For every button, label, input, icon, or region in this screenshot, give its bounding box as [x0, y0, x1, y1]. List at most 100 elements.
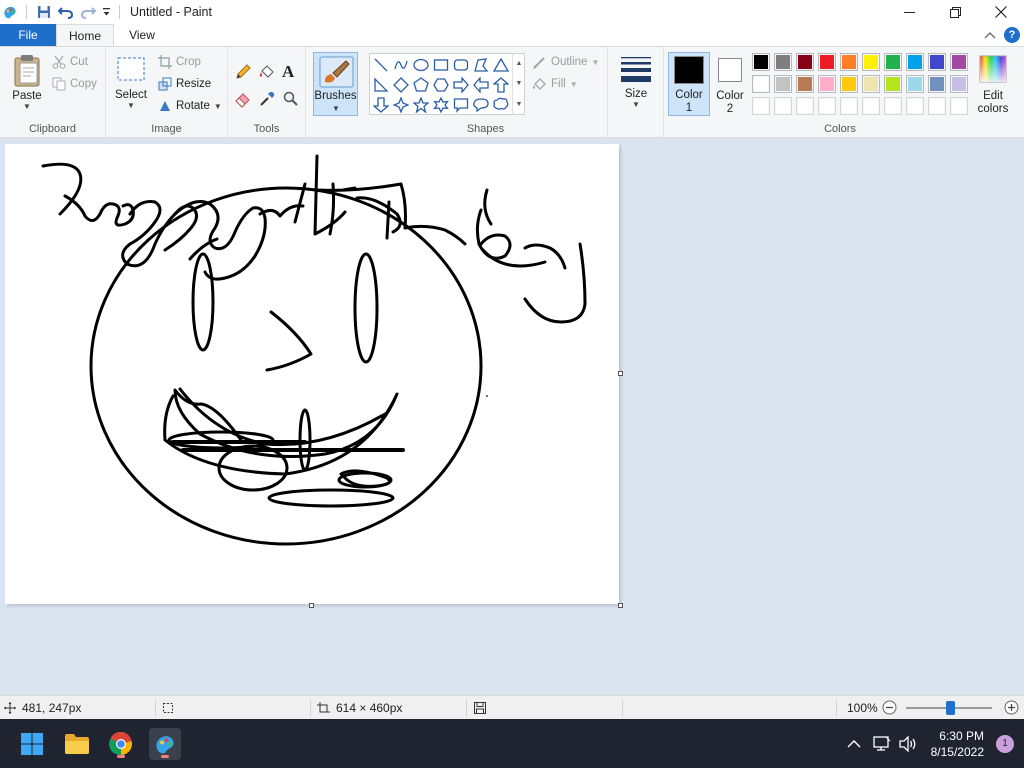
palette-color-swatch[interactable]	[818, 97, 836, 115]
palette-color-swatch[interactable]	[752, 75, 770, 93]
size-button[interactable]: Size ▼	[618, 55, 654, 109]
tab-file[interactable]: File	[0, 24, 56, 46]
left-arrow-shape[interactable]	[471, 75, 490, 94]
paste-button[interactable]: Paste ▼	[8, 53, 46, 111]
down-arrow-shape[interactable]	[371, 95, 390, 114]
copy-button[interactable]: Copy	[52, 74, 97, 94]
palette-color-swatch[interactable]	[862, 97, 880, 115]
palette-color-swatch[interactable]	[796, 97, 814, 115]
palette-color-swatch[interactable]	[818, 75, 836, 93]
palette-color-swatch[interactable]	[928, 97, 946, 115]
palette-color-swatch[interactable]	[796, 75, 814, 93]
palette-color-swatch[interactable]	[840, 75, 858, 93]
zoom-slider-thumb[interactable]	[946, 701, 955, 715]
palette-color-swatch[interactable]	[774, 53, 792, 71]
palette-color-swatch[interactable]	[950, 75, 968, 93]
fill-button[interactable]: Fill ▼	[532, 74, 578, 94]
rotate-button[interactable]: Rotate ▼	[158, 96, 222, 116]
maximize-icon[interactable]	[932, 0, 978, 24]
rounded-rectangle-shape[interactable]	[451, 55, 470, 74]
close-icon[interactable]	[978, 0, 1024, 24]
minimize-icon[interactable]	[886, 0, 932, 24]
canvas-resize-handle-right[interactable]	[618, 371, 623, 376]
color1-button[interactable]: Color 1	[668, 52, 710, 116]
shapes-scroll-up-icon[interactable]: ▲	[516, 60, 523, 67]
palette-color-swatch[interactable]	[774, 75, 792, 93]
resize-button[interactable]: Resize	[158, 74, 211, 94]
save-icon[interactable]	[33, 1, 55, 23]
start-button[interactable]	[16, 728, 48, 760]
tab-home[interactable]: Home	[56, 24, 114, 46]
palette-color-swatch[interactable]	[928, 53, 946, 71]
zoom-in-icon[interactable]	[1004, 700, 1019, 715]
palette-color-swatch[interactable]	[862, 53, 880, 71]
paint-app-icon[interactable]	[0, 1, 20, 23]
fill-tool[interactable]	[258, 62, 276, 82]
palette-color-swatch[interactable]	[796, 53, 814, 71]
pencil-tool[interactable]	[234, 62, 252, 82]
palette-color-swatch[interactable]	[752, 97, 770, 115]
curve-shape[interactable]	[391, 55, 410, 74]
zoom-out-icon[interactable]	[882, 700, 897, 715]
magnifier-tool[interactable]	[282, 89, 300, 109]
four-point-star-shape[interactable]	[391, 95, 410, 114]
customize-qa-icon[interactable]	[99, 1, 113, 23]
line-shape[interactable]	[371, 55, 390, 74]
canvas-resize-handle-bottom[interactable]	[309, 603, 314, 608]
clock[interactable]: 6:30 PM 8/15/2022	[931, 728, 984, 760]
palette-color-swatch[interactable]	[950, 97, 968, 115]
paint-taskbar-button[interactable]	[149, 728, 181, 760]
edit-colors-button[interactable]: Edit colors	[974, 52, 1012, 116]
palette-color-swatch[interactable]	[906, 97, 924, 115]
network-icon[interactable]	[872, 735, 891, 752]
palette-color-swatch[interactable]	[884, 75, 902, 93]
five-point-star-shape[interactable]	[411, 95, 430, 114]
volume-icon[interactable]	[898, 735, 917, 752]
undo-icon[interactable]	[55, 1, 77, 23]
palette-color-swatch[interactable]	[928, 75, 946, 93]
triangle-shape[interactable]	[491, 55, 510, 74]
chrome-taskbar-button[interactable]	[105, 728, 137, 760]
file-explorer-taskbar-button[interactable]	[61, 728, 93, 760]
pentagon-shape[interactable]	[411, 75, 430, 94]
show-hidden-icons-icon[interactable]	[847, 739, 861, 749]
palette-color-swatch[interactable]	[862, 75, 880, 93]
polygon-shape[interactable]	[471, 55, 490, 74]
palette-color-swatch[interactable]	[774, 97, 792, 115]
cloud-callout-shape[interactable]	[491, 95, 510, 114]
right-arrow-shape[interactable]	[451, 75, 470, 94]
palette-color-swatch[interactable]	[840, 53, 858, 71]
collapse-ribbon-icon[interactable]	[984, 31, 996, 39]
six-point-star-shape[interactable]	[431, 95, 450, 114]
drawing-canvas[interactable]	[5, 144, 619, 604]
help-icon[interactable]: ?	[1004, 27, 1020, 43]
crop-button[interactable]: Crop	[158, 52, 201, 72]
hexagon-shape[interactable]	[431, 75, 450, 94]
color2-button[interactable]: Color 2	[712, 52, 748, 116]
palette-color-swatch[interactable]	[906, 75, 924, 93]
rectangle-shape[interactable]	[431, 55, 450, 74]
redo-icon[interactable]	[77, 1, 99, 23]
diamond-shape[interactable]	[391, 75, 410, 94]
palette-color-swatch[interactable]	[884, 53, 902, 71]
palette-color-swatch[interactable]	[752, 53, 770, 71]
text-tool[interactable]: A	[282, 62, 294, 82]
palette-color-swatch[interactable]	[840, 97, 858, 115]
rect-callout-shape[interactable]	[451, 95, 470, 114]
notification-badge[interactable]: 1	[996, 734, 1014, 753]
palette-color-swatch[interactable]	[950, 53, 968, 71]
up-arrow-shape[interactable]	[491, 75, 510, 94]
color-picker-tool[interactable]	[258, 89, 276, 109]
eraser-tool[interactable]	[234, 89, 252, 109]
tab-view[interactable]: View	[114, 24, 170, 46]
oval-shape[interactable]	[411, 55, 430, 74]
palette-color-swatch[interactable]	[884, 97, 902, 115]
shapes-expand-icon[interactable]: ▼	[516, 101, 523, 108]
canvas-resize-handle-corner[interactable]	[618, 603, 623, 608]
select-button[interactable]: Select ▼	[114, 55, 148, 110]
palette-color-swatch[interactable]	[906, 53, 924, 71]
oval-callout-shape[interactable]	[471, 95, 490, 114]
cut-button[interactable]: Cut	[52, 52, 88, 72]
shapes-scroll-down-icon[interactable]: ▼	[516, 80, 523, 87]
brushes-button[interactable]: Brushes ▼	[313, 52, 358, 116]
